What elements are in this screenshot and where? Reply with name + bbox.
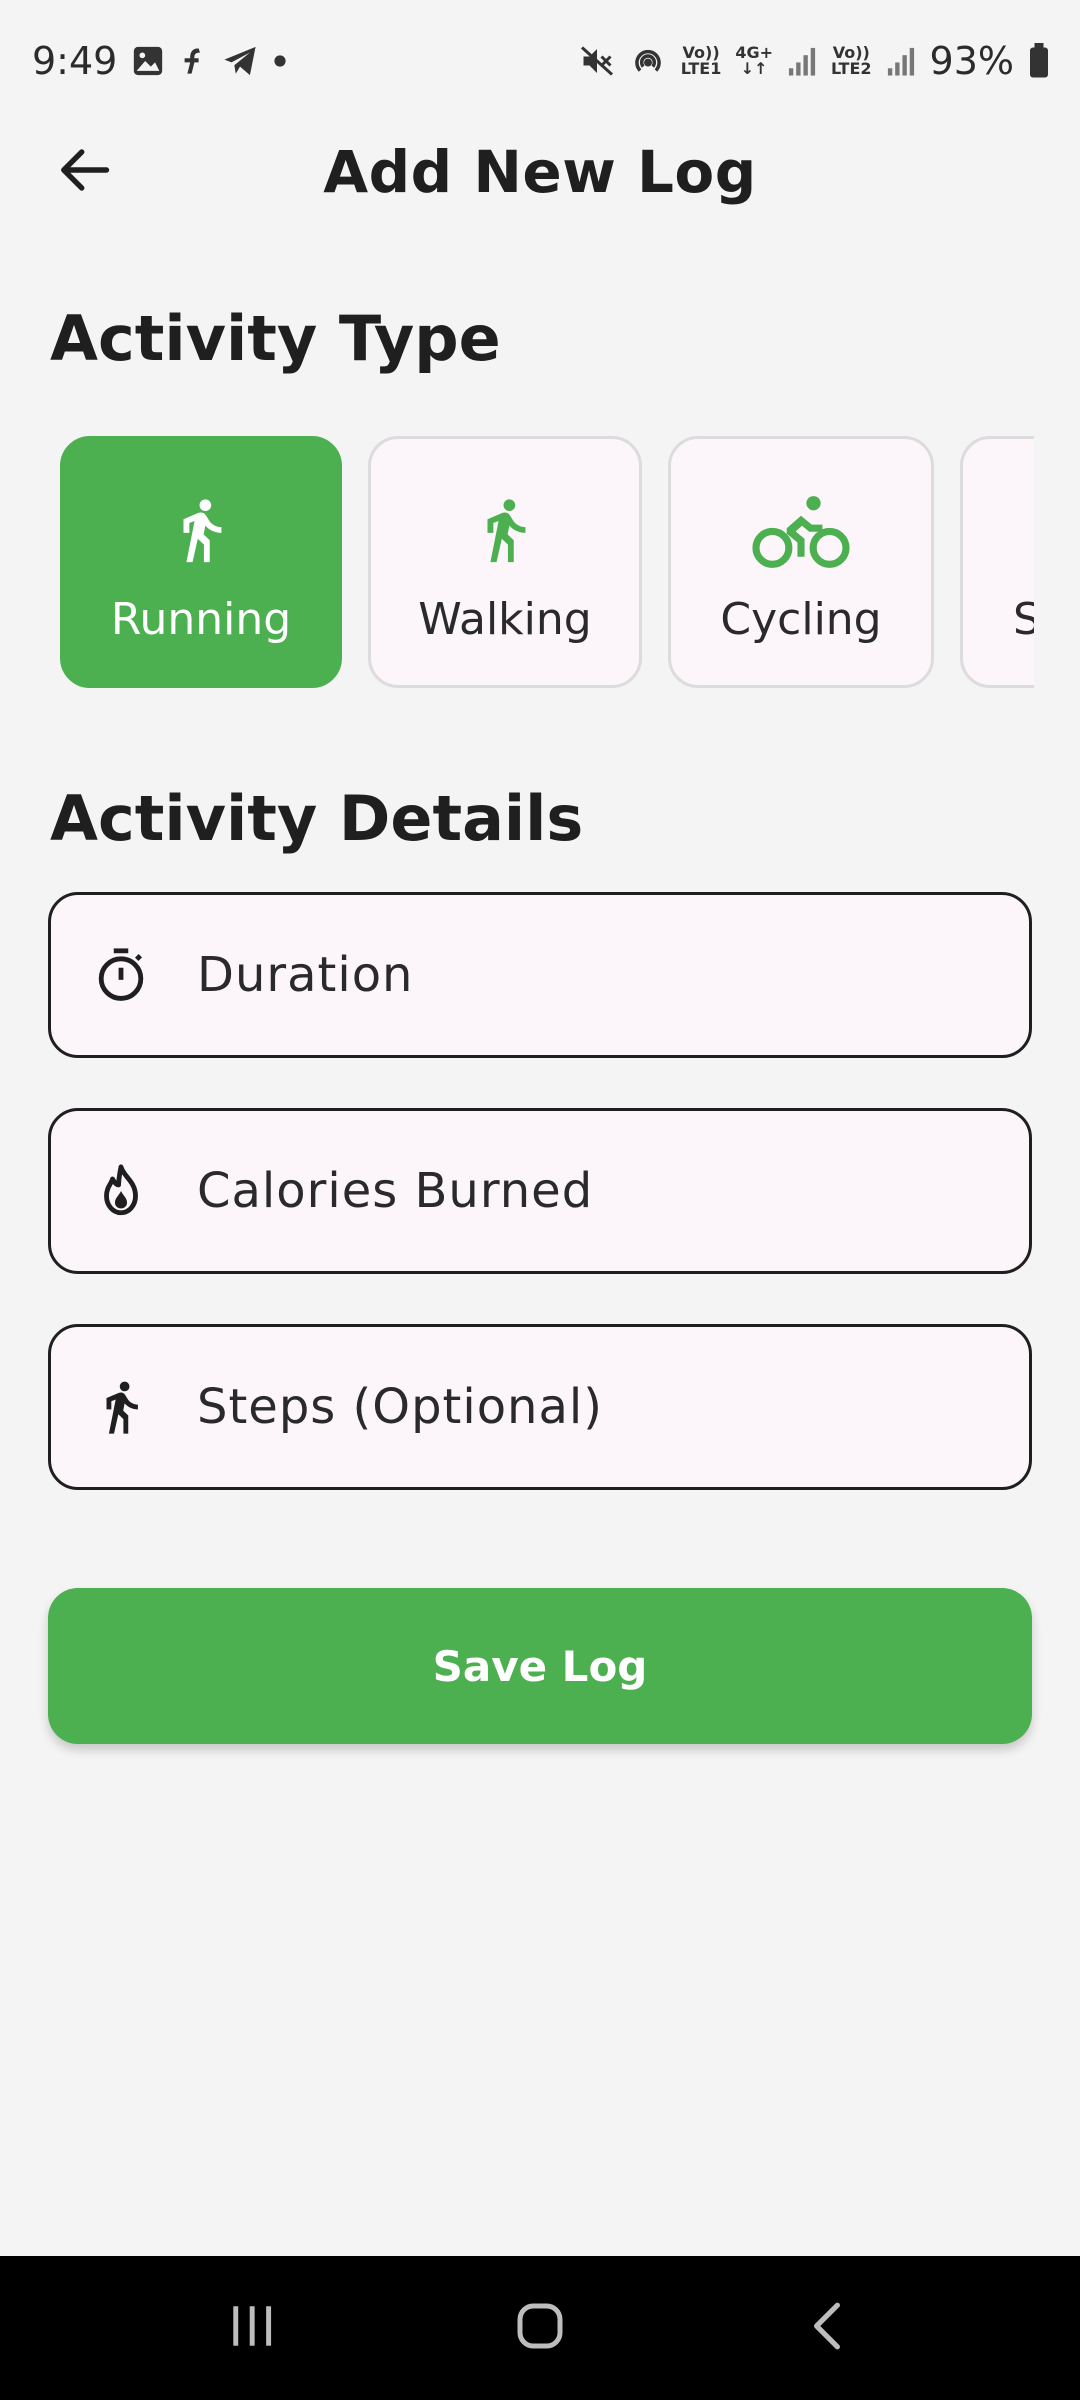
status-time: 9:49: [32, 39, 118, 83]
sim2-label: Vo)) LTE2: [831, 43, 872, 78]
back-nav-button[interactable]: [767, 2278, 887, 2378]
image-icon: [131, 44, 165, 78]
back-button[interactable]: [44, 142, 124, 202]
home-button[interactable]: [480, 2278, 600, 2378]
dot-icon: [273, 54, 287, 68]
hotspot-icon: [629, 42, 667, 80]
activity-chip-running[interactable]: Running: [60, 436, 342, 688]
app-bar: Add New Log: [0, 122, 1080, 222]
walking-icon: [470, 480, 540, 580]
steps-input[interactable]: [197, 1379, 1029, 1435]
duration-input[interactable]: [197, 947, 1029, 1003]
mute-icon: [579, 43, 615, 79]
signal-icon: [787, 45, 817, 77]
fire-icon: [91, 1161, 151, 1221]
activity-chip-label: Walking: [418, 593, 592, 645]
recents-button[interactable]: [193, 2278, 313, 2378]
activity-type-selector[interactable]: Running Walking Cycling S: [50, 436, 1034, 688]
battery-percent: 93%: [929, 39, 1014, 83]
activity-chip-cycling[interactable]: Cycling: [668, 436, 934, 688]
recents-icon: [228, 2303, 278, 2353]
status-right: Vo)) LTE1 4G+ ↓↑ Vo)) LTE2 93%: [579, 39, 1050, 83]
signal-icon: [886, 45, 916, 77]
arrow-left-icon: [57, 147, 111, 197]
cycling-icon: [751, 480, 851, 580]
steps-field[interactable]: [48, 1324, 1032, 1490]
system-nav-bar: [0, 2256, 1080, 2400]
timer-icon: [91, 945, 151, 1005]
network-type-label: 4G+ ↓↑: [735, 43, 773, 78]
activity-chip-walking[interactable]: Walking: [368, 436, 642, 688]
running-icon: [166, 480, 236, 580]
page-title: Add New Log: [323, 138, 757, 206]
duration-field[interactable]: [48, 892, 1032, 1058]
telegram-icon: [221, 44, 259, 78]
status-bar: 9:49 Vo)) LTE1 4G+ ↓↑ Vo)) LTE2 93%: [0, 0, 1080, 122]
activity-chip-partial[interactable]: S: [960, 436, 1034, 688]
activity-type-heading: Activity Type: [50, 302, 501, 375]
activity-chip-label: Running: [110, 593, 292, 645]
save-log-button[interactable]: Save Log: [48, 1588, 1032, 1744]
activity-chip-label: Cycling: [720, 593, 882, 645]
walking-icon: [91, 1377, 151, 1437]
app-notification-icon: [179, 44, 207, 78]
home-icon: [515, 2301, 565, 2355]
calories-input[interactable]: [197, 1163, 1029, 1219]
battery-icon: [1028, 43, 1050, 79]
activity-chip-label: S: [1013, 593, 1034, 645]
back-nav-icon: [809, 2300, 845, 2356]
sim1-label: Vo)) LTE1: [680, 43, 722, 78]
calories-field[interactable]: [48, 1108, 1032, 1274]
activity-details-heading: Activity Details: [50, 782, 584, 855]
status-left: 9:49: [32, 39, 287, 83]
